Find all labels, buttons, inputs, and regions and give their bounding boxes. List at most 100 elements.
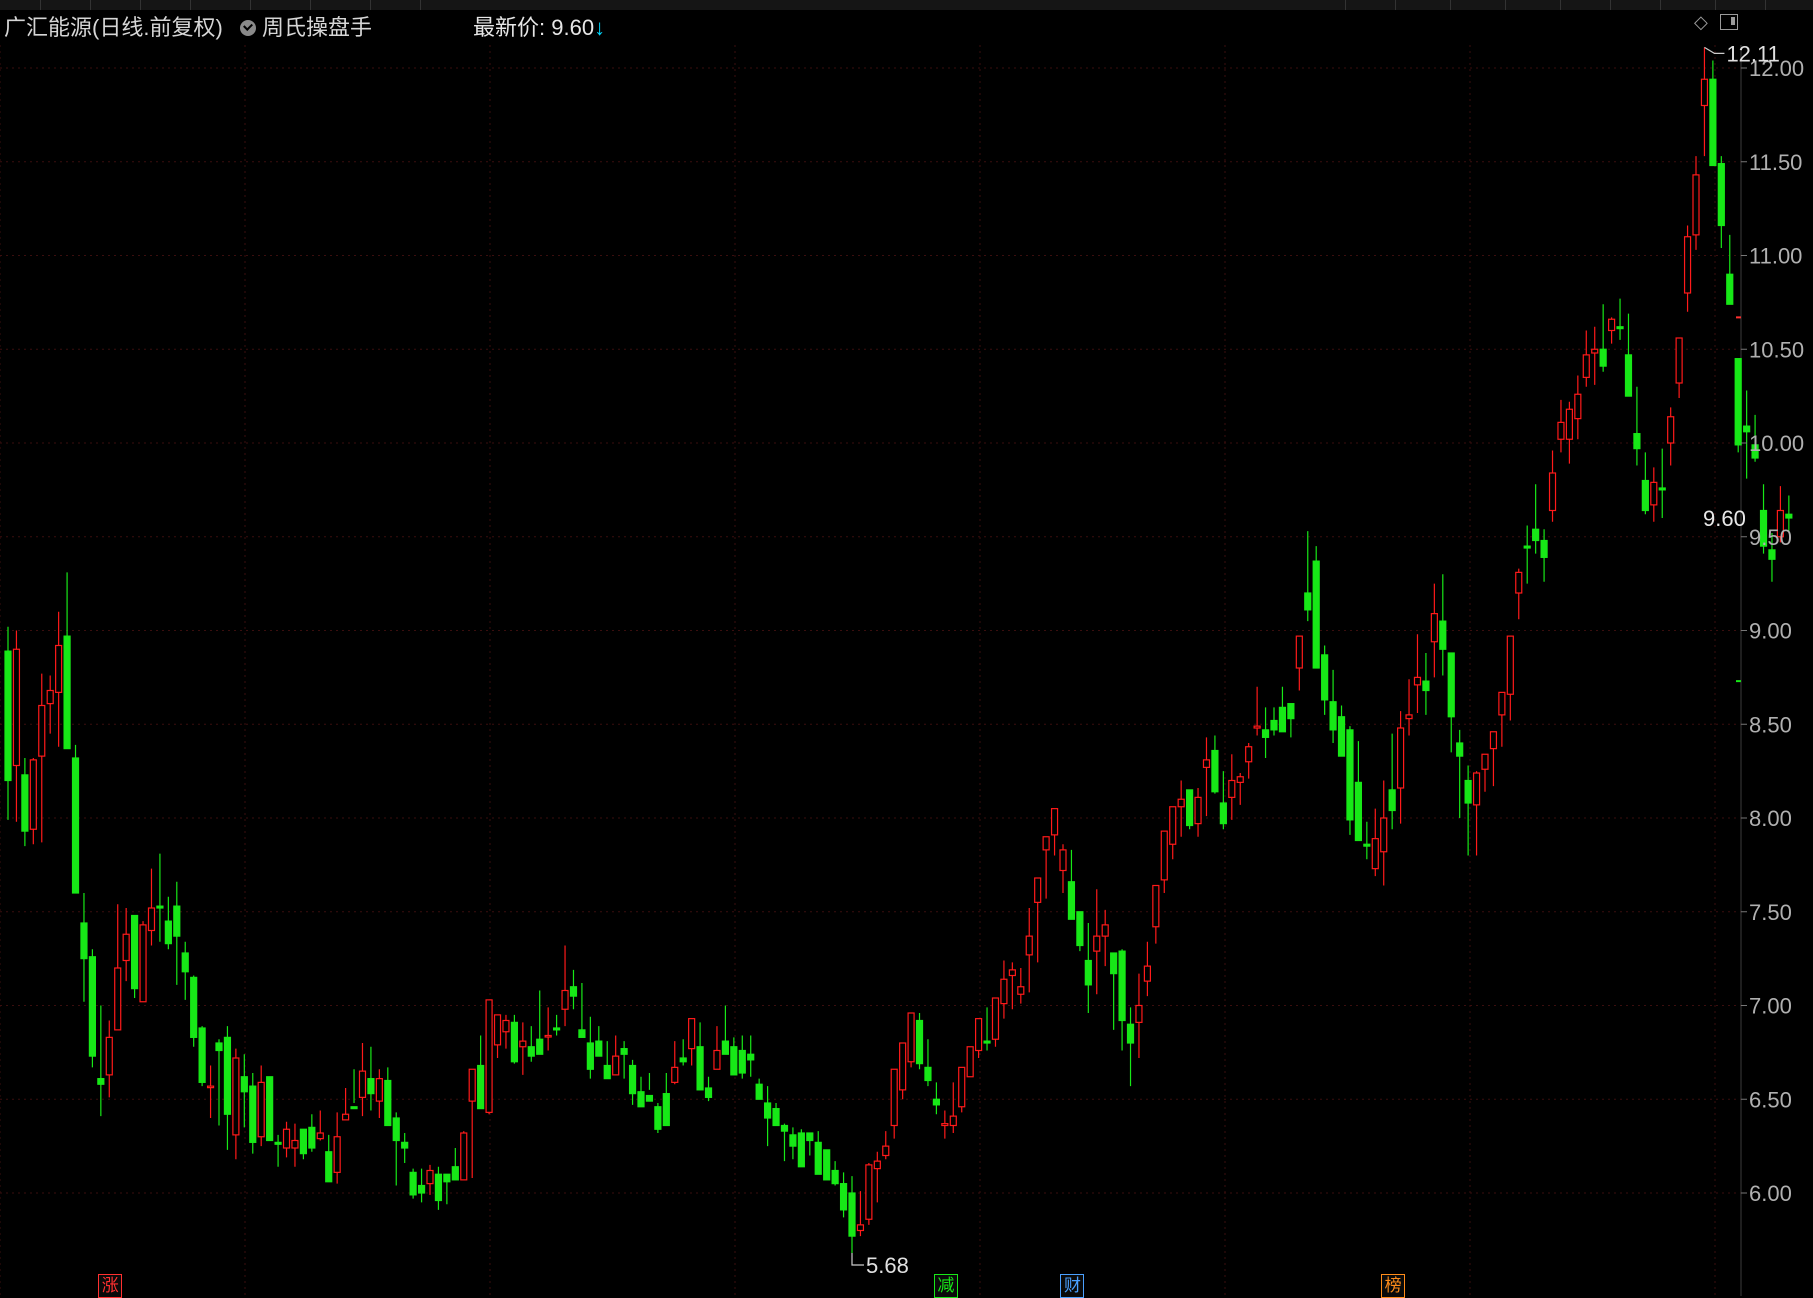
candle-178 <box>1506 635 1514 721</box>
candle-0 <box>4 626 12 820</box>
candle-body <box>1346 729 1354 821</box>
candle-31 <box>266 1076 274 1142</box>
candle-body <box>1565 408 1574 440</box>
candle-6 <box>55 611 63 747</box>
candle-body <box>1726 273 1734 305</box>
candle-body <box>181 952 189 973</box>
candle-32 <box>274 1134 282 1167</box>
candle-103 <box>873 1151 881 1203</box>
candle-115 <box>974 1018 983 1058</box>
candle-body <box>603 1064 611 1080</box>
last-price-label: 9.60 <box>1703 506 1746 531</box>
candle-76 <box>645 1073 654 1102</box>
candle-14 <box>122 908 130 982</box>
candle-21 <box>181 941 189 1000</box>
candle-110 <box>932 1082 941 1115</box>
candle-104 <box>882 1131 890 1160</box>
candle-body <box>1456 742 1464 757</box>
candle-131 <box>1110 952 1118 1030</box>
candle-body <box>704 1087 713 1098</box>
candle-142 <box>1202 737 1211 817</box>
candle-59 <box>502 1014 510 1049</box>
candle-83 <box>704 1076 713 1102</box>
candle-body <box>1380 817 1388 853</box>
event-marker-0[interactable]: 涨 <box>98 1274 123 1298</box>
candle-149 <box>1261 707 1270 758</box>
event-marker-2[interactable]: 财 <box>1060 1274 1085 1298</box>
candle-72 <box>612 1035 620 1076</box>
candle-body <box>1624 354 1633 397</box>
candle-body <box>1582 354 1590 378</box>
candle-body <box>1017 986 1025 995</box>
candle-204 <box>1726 234 1734 305</box>
candle-body <box>12 648 21 767</box>
candle-body <box>223 1036 232 1115</box>
event-marker-1[interactable]: 减 <box>933 1274 958 1298</box>
candle-136 <box>1152 884 1160 944</box>
candle-body <box>1211 749 1219 793</box>
candle-36 <box>308 1114 316 1152</box>
candle-body <box>561 989 569 1010</box>
candle-body <box>519 1040 527 1048</box>
candle-165 <box>1396 711 1405 824</box>
candle-181 <box>1532 484 1540 554</box>
candle-body <box>493 1014 502 1046</box>
candle-body <box>80 922 88 960</box>
candle-body <box>4 650 12 782</box>
candle-body <box>831 1169 839 1185</box>
candle-43 <box>367 1046 375 1111</box>
candle-body <box>1067 881 1076 920</box>
candle-body <box>1734 358 1742 446</box>
candle-116 <box>983 1007 991 1051</box>
candle-1 <box>12 630 21 822</box>
y-tick-label-9: 10.50 <box>1749 337 1804 362</box>
candle-body <box>282 1128 291 1149</box>
candle-body <box>477 1064 485 1110</box>
candle-body <box>1050 808 1059 836</box>
candle-body <box>240 1076 248 1093</box>
candle-40 <box>342 1088 350 1121</box>
candle-body <box>325 1151 333 1183</box>
candle-body <box>941 1123 949 1127</box>
candle-body <box>1641 479 1649 512</box>
candle-body <box>358 1070 367 1098</box>
candle-body <box>1709 78 1717 167</box>
candle-191 <box>1616 298 1624 340</box>
candle-body <box>434 1173 443 1202</box>
candle-137 <box>1160 830 1168 893</box>
candle-body <box>1025 935 1033 956</box>
candle-92 <box>780 1123 789 1162</box>
candle-54 <box>460 1131 468 1181</box>
candle-body <box>856 1224 865 1232</box>
candle-body <box>190 976 198 1038</box>
candle-5 <box>46 675 54 734</box>
candle-body <box>1110 952 1118 975</box>
candle-80 <box>679 1039 687 1066</box>
candle-body <box>1236 776 1244 783</box>
candle-body <box>907 1012 915 1063</box>
candle-body <box>949 1115 957 1127</box>
event-marker-3[interactable]: 榜 <box>1381 1274 1406 1298</box>
candle-121 <box>1025 908 1033 993</box>
candle-body <box>485 999 493 1113</box>
candle-27 <box>232 1048 240 1160</box>
candle-167 <box>1413 634 1422 713</box>
candle-114 <box>966 1046 974 1078</box>
candle-body <box>1532 528 1540 542</box>
candle-body <box>384 1079 392 1127</box>
candle-body <box>932 1098 941 1106</box>
candle-body <box>1194 796 1202 825</box>
candle-55 <box>468 1068 476 1178</box>
candle-body <box>299 1128 307 1155</box>
candle-123 <box>1042 836 1050 899</box>
candle-196 <box>1658 448 1666 518</box>
candle-body <box>612 1055 620 1076</box>
candle-112 <box>949 1082 957 1133</box>
candle-body <box>1658 487 1666 491</box>
candle-194 <box>1641 452 1649 515</box>
candle-106 <box>899 1042 907 1100</box>
candle-203 <box>1717 156 1725 248</box>
candle-body <box>1337 716 1346 757</box>
y-tick-label-7: 9.50 <box>1749 525 1792 550</box>
candle-49 <box>417 1168 426 1203</box>
